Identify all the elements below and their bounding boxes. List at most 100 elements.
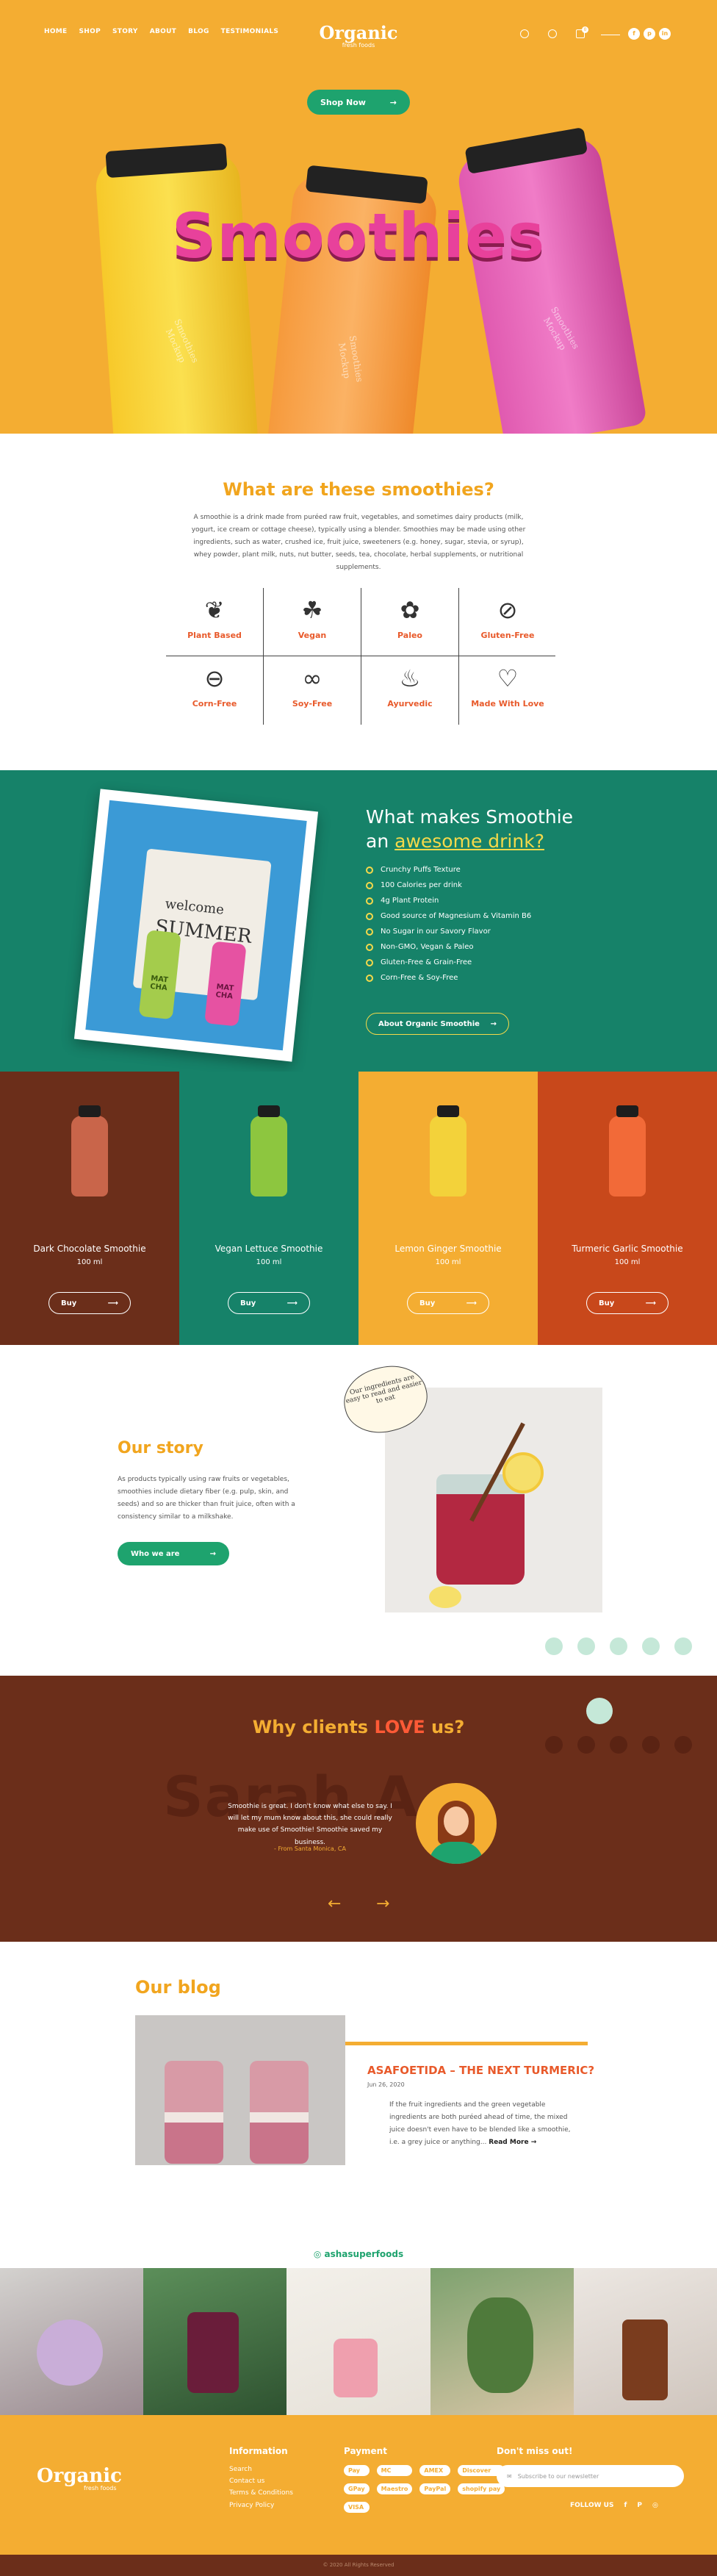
- blog-accent-bar: [345, 2042, 588, 2045]
- who-we-are-label: Who we are: [131, 1549, 180, 1558]
- instagram-icon[interactable]: ◎: [652, 2502, 658, 2509]
- footer-link-contact[interactable]: Contact us: [229, 2475, 293, 2487]
- pinterest-icon[interactable]: P: [637, 2502, 642, 2509]
- footer-link-search[interactable]: Search: [229, 2464, 293, 2475]
- buy-button[interactable]: Buy ⟶: [407, 1292, 489, 1314]
- newsletter-placeholder: Subscribe to our newsletter: [517, 2472, 599, 2480]
- bottle-cap: [105, 143, 228, 179]
- visa-icon: VISA: [344, 2502, 370, 2513]
- plant-icon: ❦: [204, 596, 225, 624]
- feature-paleo: ✿ Paleo: [361, 588, 458, 656]
- user-icon[interactable]: [548, 29, 557, 38]
- product-name[interactable]: Lemon Ginger Smoothie: [358, 1244, 538, 1254]
- feature-made-with-love: ♡ Made With Love: [459, 656, 556, 725]
- benefit-item: Non-GMO, Vegan & Paleo: [366, 943, 531, 951]
- feature-soy-free: ∞ Soy-Free: [264, 656, 361, 725]
- buy-label: Buy: [61, 1299, 77, 1307]
- testimonial-prev-arrow[interactable]: ←: [328, 1895, 341, 1913]
- bottle-cap: [79, 1105, 101, 1117]
- product-name[interactable]: Dark Chocolate Smoothie: [0, 1244, 179, 1254]
- summer-photo-image: welcome SUMMER MAT CHA MAT CHA: [85, 800, 307, 1051]
- buy-button[interactable]: Buy ⟶: [48, 1292, 131, 1314]
- facebook-icon[interactable]: f: [624, 2502, 627, 2509]
- mastercard-icon: MC: [376, 2465, 413, 2476]
- product-size: 100 ml: [614, 1258, 641, 1266]
- instagram-photo[interactable]: [430, 2268, 574, 2415]
- what-title: What are these smoothies?: [223, 479, 494, 500]
- instagram-icon[interactable]: in: [659, 28, 671, 40]
- product-name[interactable]: Vegan Lettuce Smoothie: [179, 1244, 358, 1254]
- title-part: Why clients: [252, 1717, 375, 1737]
- maestro-icon: Maestro: [376, 2483, 413, 2494]
- mail-icon: ✉: [507, 2472, 512, 2480]
- bottle-cap: [305, 165, 428, 204]
- blog-post-excerpt: If the fruit ingredients and the green v…: [389, 2099, 580, 2149]
- feature-corn-free: ⊖ Corn-Free: [166, 656, 263, 725]
- buy-button[interactable]: Buy ⟶: [586, 1292, 669, 1314]
- makes-title: What makes Smoothie an awesome drink?: [366, 806, 573, 853]
- benefit-item: 100 Calories per drink: [366, 881, 531, 889]
- soy-icon: ∞: [302, 664, 323, 692]
- footer-logo[interactable]: Organic fresh foods: [37, 2465, 122, 2491]
- product-name[interactable]: Turmeric Garlic Smoothie: [538, 1244, 717, 1254]
- footer-link-privacy[interactable]: Privacy Policy: [229, 2500, 293, 2511]
- about-smoothie-button[interactable]: About Organic Smoothie →: [366, 1013, 509, 1035]
- pink-bottle: Smoothies Mockup: [454, 126, 648, 434]
- buy-button[interactable]: Buy ⟶: [228, 1292, 310, 1314]
- instagram-photo[interactable]: [143, 2268, 287, 2415]
- site-logo[interactable]: Organic fresh foods: [0, 22, 717, 49]
- arrow-right-icon: →: [389, 97, 397, 107]
- product-card-vegan-lettuce[interactable]: Vegan Lettuce Smoothie 100 ml Buy ⟶: [179, 1072, 358, 1345]
- read-more-link[interactable]: Read More →: [489, 2139, 536, 2146]
- blog-title: Our blog: [135, 1977, 221, 1998]
- footer-link-terms[interactable]: Terms & Conditions: [229, 2487, 293, 2499]
- benefit-item: Gluten-Free & Grain-Free: [366, 958, 531, 966]
- instagram-handle[interactable]: ◎ ashasuperfoods: [0, 2249, 717, 2259]
- info-links: Search Contact us Terms & Conditions Pri…: [229, 2464, 293, 2511]
- search-icon[interactable]: [520, 29, 529, 38]
- title-part: us?: [425, 1717, 465, 1737]
- benefit-item: No Sugar in our Savory Flavor: [366, 928, 531, 936]
- header-icons: 0: [520, 26, 588, 38]
- who-we-are-button[interactable]: Who we are →: [118, 1542, 229, 1565]
- instagram-photo[interactable]: [287, 2268, 430, 2415]
- lemon-slice: [429, 1586, 461, 1608]
- paypal-icon: PayPal: [419, 2483, 451, 2494]
- copyright-text: © 2020 All Rights Reserved: [323, 2562, 394, 2568]
- newsletter-input[interactable]: ✉ Subscribe to our newsletter: [497, 2465, 684, 2487]
- footer-follow: FOLLOW US f P ◎: [570, 2502, 658, 2509]
- product-card-dark-chocolate[interactable]: Dark Chocolate Smoothie 100 ml Buy ⟶: [0, 1072, 179, 1345]
- gluten-free-icon: ⊘: [497, 596, 518, 624]
- avatar-face: [444, 1807, 469, 1836]
- pinterest-icon[interactable]: p: [644, 28, 655, 40]
- makes-title-prefix: an: [366, 830, 395, 852]
- shop-now-button[interactable]: Shop Now →: [307, 90, 410, 115]
- logo-subtext: fresh foods: [342, 42, 375, 49]
- decor-dot: [610, 1736, 627, 1754]
- avatar-shirt: [429, 1842, 483, 1864]
- about-button-label: About Organic Smoothie: [378, 1019, 480, 1028]
- title-love: LOVE: [374, 1717, 425, 1737]
- facebook-icon[interactable]: f: [628, 28, 640, 40]
- hero-section: HOME SHOP STORY ABOUT BLOG TESTIMONIALS …: [0, 0, 717, 434]
- instagram-photo[interactable]: [573, 2268, 717, 2415]
- bottle-cap: [464, 126, 588, 174]
- arrow-right-icon: →: [209, 1549, 216, 1558]
- product-card-turmeric-garlic[interactable]: Turmeric Garlic Smoothie 100 ml Buy ⟶: [538, 1072, 717, 1345]
- blog-post-title[interactable]: ASAFOETIDA – THE NEXT TURMERIC?: [367, 2064, 594, 2077]
- arrow-right-icon: →: [490, 1019, 497, 1028]
- product-bottle: [251, 1105, 287, 1196]
- cart-icon[interactable]: 0: [576, 26, 588, 38]
- features-grid: ❦ Plant Based ☘ Vegan ✿ Paleo ⊘ Gluten-Free …: [166, 588, 555, 725]
- footer-logo-subtext: fresh foods: [84, 2485, 117, 2491]
- product-card-lemon-ginger[interactable]: Lemon Ginger Smoothie 100 ml Buy ⟶: [358, 1072, 538, 1345]
- testimonial-next-arrow[interactable]: →: [376, 1895, 389, 1913]
- product-size: 100 ml: [256, 1258, 282, 1266]
- instagram-photo[interactable]: [0, 2268, 144, 2415]
- benefit-item: 4g Plant Protein: [366, 897, 531, 905]
- buy-label: Buy: [599, 1299, 615, 1307]
- story-title: Our story: [118, 1439, 203, 1457]
- makes-title-line2: an awesome drink?: [366, 830, 573, 854]
- apple-pay-icon: Pay: [344, 2465, 370, 2476]
- benefit-item: Crunchy Puffs Texture: [366, 866, 531, 874]
